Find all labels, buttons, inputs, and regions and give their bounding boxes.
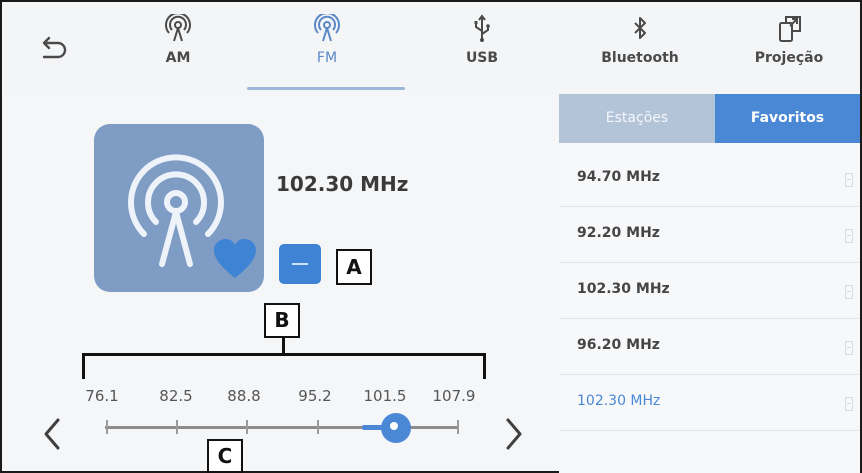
broadcast-icon xyxy=(314,14,340,42)
drag-handle-icon[interactable] xyxy=(845,173,853,187)
scale-label: 76.1 xyxy=(85,387,119,405)
drag-handle-icon[interactable] xyxy=(845,397,853,411)
tab-bluetooth[interactable]: Bluetooth xyxy=(580,14,700,86)
tuner-slider-handle[interactable] xyxy=(381,413,411,443)
station-artwork xyxy=(94,124,264,292)
bluetooth-icon xyxy=(634,17,646,39)
slider-tick xyxy=(106,420,108,434)
minus-icon xyxy=(292,263,308,265)
list-item-label: 92.20 MHz xyxy=(577,225,660,241)
scale-bracket-stem xyxy=(282,336,285,354)
scale-label: 95.2 xyxy=(298,387,332,405)
heart-icon xyxy=(214,239,256,278)
scale-label: 101.5 xyxy=(363,387,407,405)
callout-a: A xyxy=(336,249,372,285)
chevron-right-icon[interactable] xyxy=(498,414,528,454)
list-item-label: 96.20 MHz xyxy=(577,337,660,353)
chevron-left-icon[interactable] xyxy=(38,414,68,454)
drag-handle-icon[interactable] xyxy=(845,229,853,243)
scale-label: 107.9 xyxy=(432,387,476,405)
tab-usb-label: USB xyxy=(465,50,499,66)
back-arrow-icon[interactable] xyxy=(36,32,70,66)
scale-label: 88.8 xyxy=(227,387,261,405)
list-item-label: 102.30 MHz xyxy=(577,281,670,297)
tab-am-label: AM xyxy=(165,50,191,66)
tab-projection-label: Projeção xyxy=(754,50,824,66)
tab-am[interactable]: AM xyxy=(118,14,238,86)
slider-tick xyxy=(317,420,319,434)
list-item-label: 94.70 MHz xyxy=(577,169,660,185)
scale-label: 82.5 xyxy=(159,387,193,405)
radio-screen: AM FM USB Bluetooth Projeção 102.30 MHz … xyxy=(0,0,862,473)
callout-b: B xyxy=(264,303,300,338)
projection-icon xyxy=(779,16,801,42)
tab-fm-label: FM xyxy=(316,50,338,66)
list-item[interactable]: 102.30 MHz xyxy=(559,263,860,319)
tab-usb[interactable]: USB xyxy=(422,14,542,86)
tab-stations[interactable]: Estações xyxy=(559,94,715,143)
current-frequency: 102.30 MHz xyxy=(276,172,409,196)
slider-tick xyxy=(246,420,248,434)
list-item[interactable]: 92.20 MHz xyxy=(559,207,860,263)
source-tab-bar: AM FM USB Bluetooth Projeção xyxy=(4,4,860,94)
tab-bluetooth-label: Bluetooth xyxy=(601,50,679,66)
callout-c: C xyxy=(207,439,243,473)
list-item[interactable]: 102.30 MHz xyxy=(559,375,860,431)
tab-favorites[interactable]: Favoritos xyxy=(715,94,860,143)
favorite-toggle-button[interactable] xyxy=(279,244,321,284)
scale-bracket xyxy=(82,353,486,379)
slider-tick xyxy=(176,420,178,434)
active-tab-underline xyxy=(247,87,405,90)
tab-fm[interactable]: FM xyxy=(267,14,387,86)
drag-handle-icon[interactable] xyxy=(845,341,853,355)
list-item[interactable]: 96.20 MHz xyxy=(559,319,860,375)
tab-projection[interactable]: Projeção xyxy=(729,14,849,86)
broadcast-icon xyxy=(165,14,191,42)
drag-handle-icon[interactable] xyxy=(845,285,853,299)
list-item[interactable]: 94.70 MHz xyxy=(559,151,860,207)
usb-icon xyxy=(474,14,490,42)
slider-tick xyxy=(457,420,459,434)
list-item-label: 102.30 MHz xyxy=(577,393,661,409)
